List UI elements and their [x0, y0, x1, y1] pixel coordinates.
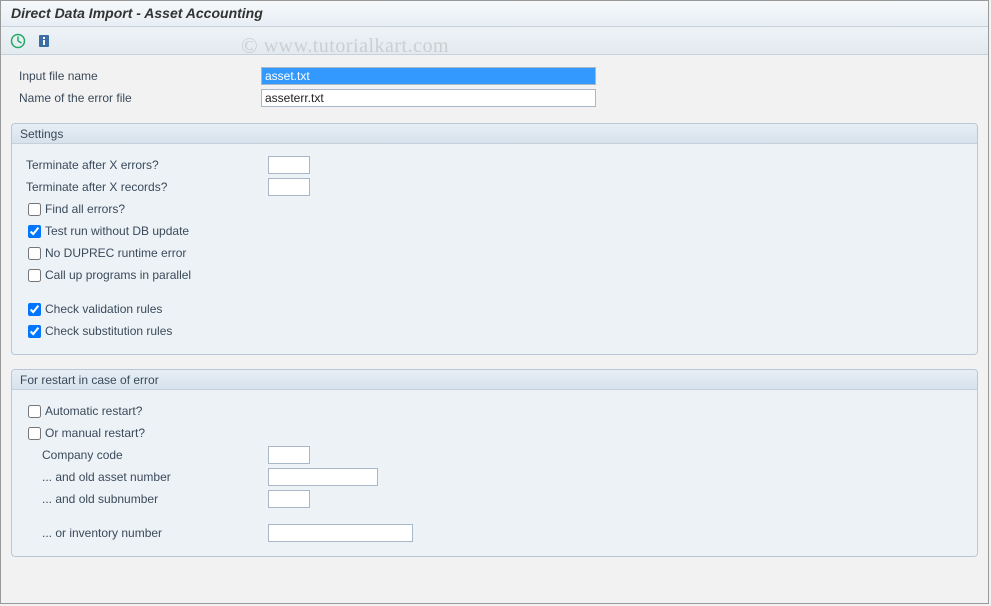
app-window: Direct Data Import - Asset Accounting © … [0, 0, 989, 604]
restart-header: For restart in case of error [12, 370, 977, 390]
execute-button[interactable] [7, 31, 29, 51]
execute-icon [10, 33, 26, 49]
input-file-label: Input file name [11, 69, 261, 83]
term-errors-label: Terminate after X errors? [18, 158, 268, 172]
check-val-checkbox[interactable] [28, 303, 41, 316]
old-sub-label: ... and old subnumber [18, 492, 268, 506]
settings-group: Settings Terminate after X errors? Termi… [11, 123, 978, 355]
find-all-label: Find all errors? [45, 202, 125, 216]
term-errors-field[interactable] [268, 156, 310, 174]
parallel-label: Call up programs in parallel [45, 268, 191, 282]
test-run-label: Test run without DB update [45, 224, 189, 238]
auto-restart-checkbox[interactable] [28, 405, 41, 418]
settings-header: Settings [12, 124, 977, 144]
page-title: Direct Data Import - Asset Accounting [1, 1, 988, 27]
error-file-field[interactable] [261, 89, 596, 107]
restart-group: For restart in case of error Automatic r… [11, 369, 978, 557]
info-icon [36, 33, 52, 49]
toolbar [1, 27, 988, 55]
inventory-label: ... or inventory number [18, 526, 268, 540]
test-run-checkbox[interactable] [28, 225, 41, 238]
no-duprec-label: No DUPREC runtime error [45, 246, 186, 260]
inventory-field[interactable] [268, 524, 413, 542]
no-duprec-checkbox[interactable] [28, 247, 41, 260]
company-code-field[interactable] [268, 446, 310, 464]
check-sub-label: Check substitution rules [45, 324, 172, 338]
old-asset-label: ... and old asset number [18, 470, 268, 484]
auto-restart-label: Automatic restart? [45, 404, 142, 418]
parallel-checkbox[interactable] [28, 269, 41, 282]
term-records-label: Terminate after X records? [18, 180, 268, 194]
check-sub-checkbox[interactable] [28, 325, 41, 338]
company-code-label: Company code [18, 448, 268, 462]
manual-restart-label: Or manual restart? [45, 426, 145, 440]
error-file-label: Name of the error file [11, 91, 261, 105]
content: Input file name Name of the error file S… [1, 55, 988, 557]
old-sub-field[interactable] [268, 490, 310, 508]
term-records-field[interactable] [268, 178, 310, 196]
input-file-field[interactable] [261, 67, 596, 85]
manual-restart-checkbox[interactable] [28, 427, 41, 440]
find-all-checkbox[interactable] [28, 203, 41, 216]
info-button[interactable] [33, 31, 55, 51]
check-val-label: Check validation rules [45, 302, 162, 316]
old-asset-field[interactable] [268, 468, 378, 486]
